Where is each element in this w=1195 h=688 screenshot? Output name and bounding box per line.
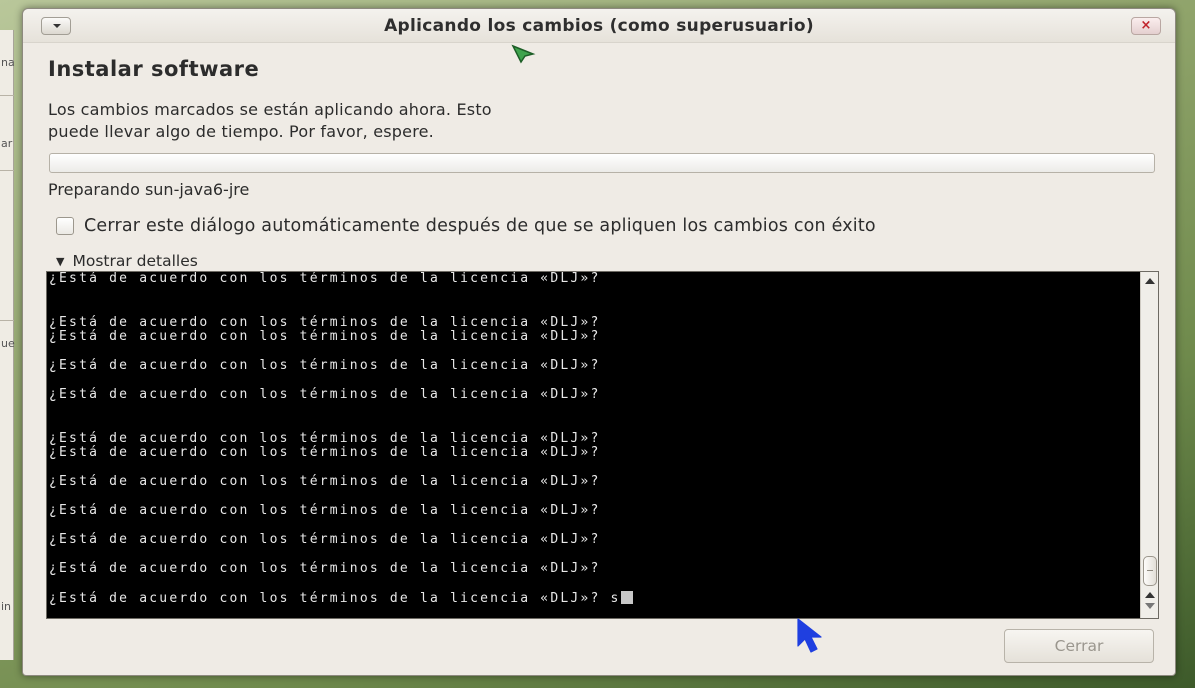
background-text-fragment: na (1, 56, 15, 69)
background-window-edge: na ar ue in (0, 30, 15, 660)
mouse-pointer-icon (797, 618, 822, 653)
terminal-line: ¿Está de acuerdo con los términos de la … (49, 445, 601, 460)
apply-changes-dialog: Aplicando los cambios (como superusuario… (22, 8, 1176, 676)
terminal-line: ¿Está de acuerdo con los términos de la … (49, 314, 601, 330)
terminal-line: ¿Está de acuerdo con los términos de la … (49, 561, 601, 576)
terminal-output[interactable]: ¿Está de acuerdo con los términos de la … (49, 272, 1139, 618)
status-text: Preparando sun-java6-jre (48, 180, 250, 199)
mouse-pointer-icon (511, 44, 536, 64)
background-text-fragment: ue (1, 337, 15, 350)
text-cursor (620, 591, 633, 604)
details-expander[interactable]: ▼ Mostrar detalles (56, 252, 198, 270)
terminal-line: ¿Está de acuerdo con los términos de la … (49, 358, 601, 373)
scroll-down-icon[interactable] (1145, 603, 1155, 609)
terminal-line: ¿Está de acuerdo con los términos de la … (49, 329, 601, 344)
details-label[interactable]: Mostrar detalles (72, 252, 197, 270)
terminal-line: ¿Está de acuerdo con los términos de la … (49, 532, 601, 547)
expander-arrow-icon: ▼ (56, 254, 65, 268)
terminal-prompt-line: ¿Está de acuerdo con los términos de la … (49, 591, 1139, 606)
auto-close-label[interactable]: Cerrar este diálogo automáticamente desp… (84, 216, 876, 236)
scroll-up-icon[interactable] (1145, 278, 1155, 284)
background-divider (0, 95, 14, 96)
auto-close-option[interactable]: Cerrar este diálogo automáticamente desp… (56, 214, 876, 238)
terminal-line: ¿Está de acuerdo con los términos de la … (49, 430, 601, 446)
auto-close-checkbox[interactable] (56, 217, 74, 235)
background-divider (0, 320, 14, 321)
window-close-button[interactable]: × (1131, 17, 1161, 35)
background-divider (0, 170, 14, 171)
terminal-scrollbar[interactable] (1140, 272, 1158, 618)
terminal-line: ¿Está de acuerdo con los términos de la … (49, 387, 601, 402)
close-button[interactable]: Cerrar (1004, 629, 1154, 663)
terminal-line: ¿Está de acuerdo con los términos de la … (49, 272, 601, 286)
terminal-panel[interactable]: ¿Está de acuerdo con los términos de la … (46, 271, 1159, 619)
close-icon: × (1140, 18, 1152, 33)
dialog-heading: Instalar software (48, 57, 260, 81)
title-bar[interactable]: Aplicando los cambios (como superusuario… (23, 9, 1175, 43)
background-text-fragment: ar (1, 137, 13, 150)
window-title: Aplicando los cambios (como superusuario… (384, 16, 814, 36)
progress-bar (49, 153, 1155, 173)
terminal-line: ¿Está de acuerdo con los términos de la … (49, 474, 601, 489)
scrollbar-thumb[interactable] (1143, 556, 1157, 586)
scroll-up-icon[interactable] (1145, 592, 1155, 598)
terminal-prompt-text: ¿Está de acuerdo con los términos de la … (49, 591, 621, 606)
background-text-fragment: in (1, 600, 12, 613)
description-line-1: Los cambios marcados se están aplicando … (48, 100, 492, 119)
terminal-line: ¿Está de acuerdo con los términos de la … (49, 503, 601, 518)
description-line-2: puede llevar algo de tiempo. Por favor, … (48, 122, 434, 141)
